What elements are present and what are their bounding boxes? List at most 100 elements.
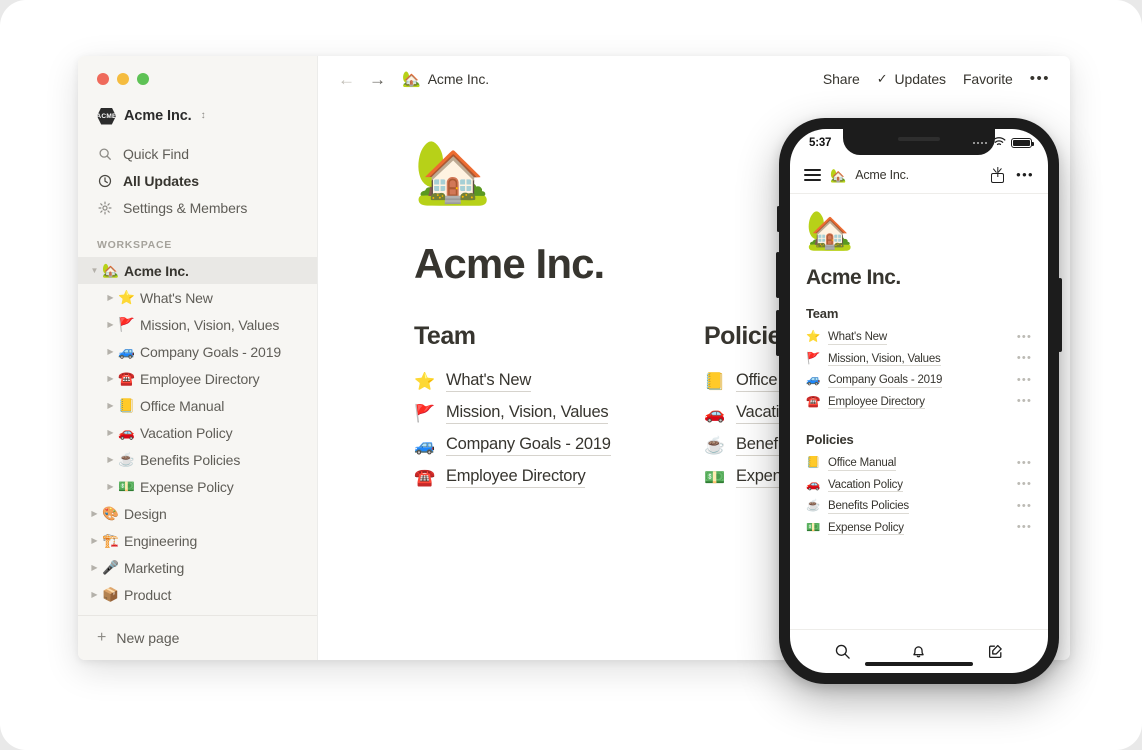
chevron-right-icon[interactable]: ▶: [104, 374, 117, 383]
phone-link-row[interactable]: ☕ Benefits Policies •••: [806, 496, 1032, 518]
sidebar-tree-item[interactable]: ▶ 🏗️ Engineering: [78, 527, 317, 554]
page-link-row[interactable]: ☎️ Employee Directory: [414, 461, 704, 493]
workspace-switcher[interactable]: ACME Acme Inc. ↕: [78, 100, 317, 130]
phone-row-more-icon[interactable]: •••: [1017, 522, 1032, 533]
page-link-row[interactable]: 🚩 Mission, Vision, Values: [414, 397, 704, 429]
sidebar-item-quick-find[interactable]: Quick Find: [78, 140, 317, 167]
chevron-right-icon[interactable]: ▶: [104, 455, 117, 464]
arrow-left-icon[interactable]: ←: [338, 71, 355, 88]
sidebar-tree-item[interactable]: ▶ 💵 Expense Policy: [78, 473, 317, 500]
page-link-emoji-icon: 💵: [704, 467, 726, 487]
phone-link-row[interactable]: 📒 Office Manual •••: [806, 453, 1032, 475]
phone-row-more-icon[interactable]: •••: [1017, 332, 1032, 343]
new-page-button[interactable]: + New page: [78, 615, 317, 660]
phone-link-row[interactable]: 🚗 Vacation Policy •••: [806, 475, 1032, 497]
sidebar-tree-item[interactable]: ▶ 📦 Product: [78, 581, 317, 608]
sidebar-item-all-updates[interactable]: All Updates: [78, 167, 317, 194]
phone-section-heading: Team: [806, 306, 839, 321]
sidebar-tree-item-label: Benefits Policies: [140, 451, 241, 468]
phone-link-emoji-icon: 🚙: [806, 374, 821, 386]
phone-mute-switch[interactable]: [777, 206, 780, 232]
phone-link-label[interactable]: What's New: [828, 331, 887, 345]
phone-row-more-icon[interactable]: •••: [1017, 501, 1032, 512]
phone-home-indicator[interactable]: [865, 661, 973, 666]
sidebar-tree-item[interactable]: ▶ ☕ Benefits Policies: [78, 446, 317, 473]
phone-power-button[interactable]: [1058, 278, 1062, 352]
sidebar-tree-item[interactable]: ▶ ☎️ Employee Directory: [78, 365, 317, 392]
page-link-row[interactable]: ⭐ What's New: [414, 365, 704, 397]
favorite-button[interactable]: Favorite: [963, 71, 1013, 87]
phone-link-label[interactable]: Expense Policy: [828, 522, 904, 535]
chevron-right-icon[interactable]: ▶: [104, 482, 117, 491]
chevron-right-icon[interactable]: ▶: [88, 590, 101, 599]
sidebar-tree-item[interactable]: ▶ 📒 Office Manual: [78, 392, 317, 419]
page-link-label[interactable]: Company Goals - 2019: [446, 435, 611, 456]
close-window-button[interactable]: [97, 73, 109, 85]
phone-volume-down-button[interactable]: [776, 310, 780, 356]
phone-link-row[interactable]: 🚙 Company Goals - 2019 •••: [806, 370, 1032, 392]
chevron-down-icon[interactable]: ▼: [88, 266, 101, 275]
sidebar-item-settings-members[interactable]: Settings & Members: [78, 194, 317, 221]
phone-volume-up-button[interactable]: [776, 252, 780, 298]
share-button[interactable]: Share: [823, 71, 860, 87]
page-link-label[interactable]: What's New: [446, 371, 531, 392]
updates-button[interactable]: ✓ Updates: [877, 71, 946, 87]
phone-row-more-icon[interactable]: •••: [1017, 458, 1032, 469]
sidebar-tree-item[interactable]: ▶ 🎨 Design: [78, 500, 317, 527]
topbar-actions: Share ✓ Updates Favorite •••: [823, 71, 1050, 87]
sidebar-tree-item[interactable]: ▶ ⭐ What's New: [78, 284, 317, 311]
sidebar-tree-item[interactable]: ▶ 🎤 Marketing: [78, 554, 317, 581]
chevron-right-icon[interactable]: ▶: [88, 563, 101, 572]
phone-link-row[interactable]: ⭐ What's New •••: [806, 327, 1032, 349]
sidebar-tree-item-emoji-icon: ⭐: [118, 289, 135, 305]
page-link-emoji-icon: 🚗: [704, 403, 726, 423]
phone-link-label[interactable]: Mission, Vision, Values: [828, 353, 941, 366]
page-column: Team ⭐ What's New 🚩 Mission, Vision, Values 🚙…: [414, 322, 704, 493]
page-link-label[interactable]: Employee Directory: [446, 467, 586, 488]
chevron-right-icon[interactable]: ▶: [88, 536, 101, 545]
compose-icon[interactable]: [987, 643, 1004, 660]
chevron-right-icon[interactable]: ▶: [104, 293, 117, 302]
search-icon[interactable]: [834, 643, 851, 660]
phone-link-label[interactable]: Benefits Policies: [828, 500, 909, 514]
sidebar-tree-item[interactable]: ▶ 🚩 Mission, Vision, Values: [78, 311, 317, 338]
sidebar-tree-item[interactable]: ▶ 🚗 Vacation Policy: [78, 419, 317, 446]
sidebar-tree-item-label: What's New: [140, 289, 213, 306]
phone-link-label[interactable]: Employee Directory: [828, 396, 925, 409]
history-navigation: ← →: [338, 71, 386, 88]
phone-row-more-icon[interactable]: •••: [1017, 353, 1032, 364]
sidebar-tree-item[interactable]: ▼ 🏡 Acme Inc.: [78, 257, 317, 284]
phone-row-more-icon[interactable]: •••: [1017, 375, 1032, 386]
sidebar-tree-item[interactable]: ▶ 🚙 Company Goals - 2019: [78, 338, 317, 365]
phone-row-more-icon[interactable]: •••: [1017, 479, 1032, 490]
page-link-row[interactable]: 🚙 Company Goals - 2019: [414, 429, 704, 461]
phone-link-row[interactable]: 🚩 Mission, Vision, Values •••: [806, 349, 1032, 371]
chevron-right-icon[interactable]: ▶: [104, 320, 117, 329]
chevron-right-icon[interactable]: ▶: [104, 347, 117, 356]
hamburger-menu-icon[interactable]: [804, 168, 821, 182]
share-icon[interactable]: [991, 167, 1005, 183]
phone-more-options-icon[interactable]: •••: [1016, 168, 1034, 180]
phone-link-row[interactable]: 💵 Expense Policy •••: [806, 518, 1032, 540]
page-link-label[interactable]: Mission, Vision, Values: [446, 403, 609, 424]
sidebar-section-label: WORKSPACE: [97, 239, 172, 251]
phone-link-label[interactable]: Company Goals - 2019: [828, 374, 942, 388]
breadcrumb[interactable]: Acme Inc.: [428, 71, 489, 87]
arrow-right-icon[interactable]: →: [369, 71, 386, 88]
more-options-icon[interactable]: •••: [1030, 71, 1050, 86]
phone-breadcrumb[interactable]: Acme Inc.: [855, 168, 909, 182]
new-page-label: New page: [116, 630, 180, 646]
phone-link-label[interactable]: Office Manual: [828, 457, 896, 471]
zoom-window-button[interactable]: [137, 73, 149, 85]
chevron-right-icon[interactable]: ▶: [104, 401, 117, 410]
phone-row-more-icon[interactable]: •••: [1017, 396, 1032, 407]
phone-link-row[interactable]: ☎️ Employee Directory •••: [806, 392, 1032, 414]
phone-link-label[interactable]: Vacation Policy: [828, 479, 903, 492]
phone-page-emoji-icon: 🏡: [806, 210, 854, 252]
minimize-window-button[interactable]: [117, 73, 129, 85]
chevron-right-icon[interactable]: ▶: [104, 428, 117, 437]
chevron-right-icon[interactable]: ▶: [88, 509, 101, 518]
bell-icon[interactable]: [910, 643, 927, 660]
sidebar-tree-item-emoji-icon: 🎤: [102, 559, 119, 575]
phone-link-emoji-icon: ☕: [806, 500, 821, 512]
